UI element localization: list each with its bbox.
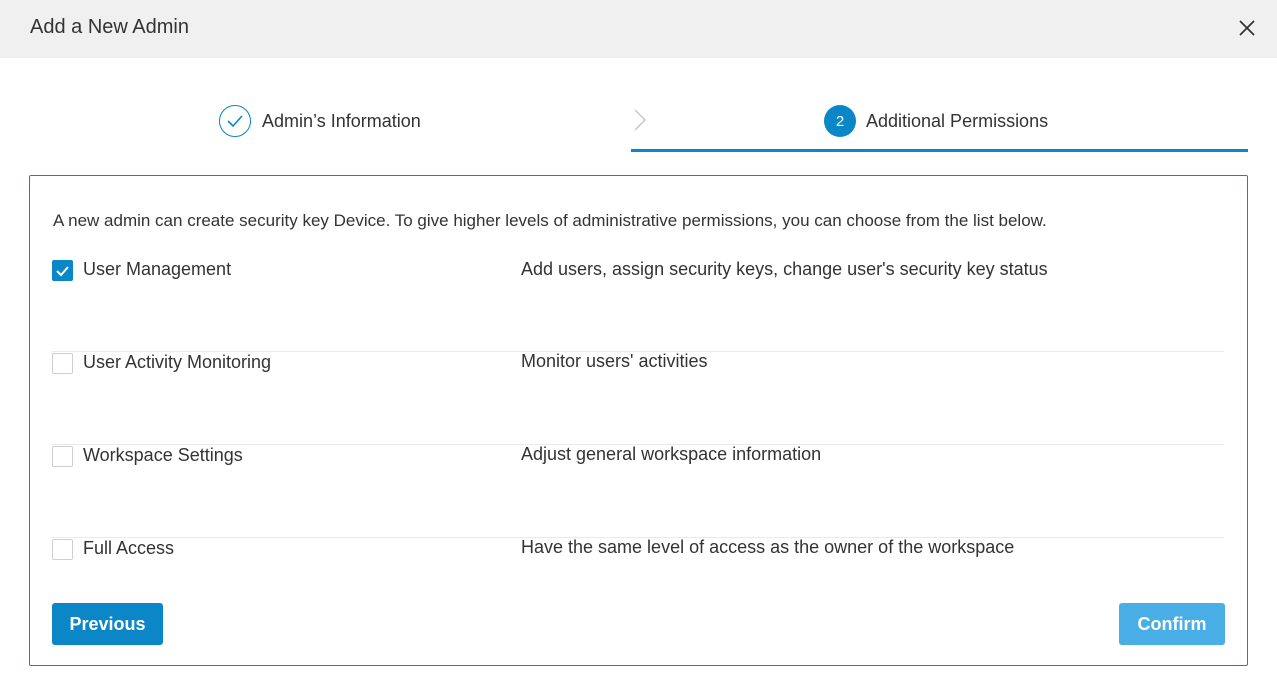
permission-row-user-management: User Management Add users, assign securi…	[52, 240, 1224, 352]
permission-row-full-access: Full Access Have the same level of acces…	[52, 519, 1224, 612]
permission-name: User Management	[83, 259, 232, 279]
dialog-title: Add a New Admin	[30, 16, 189, 38]
full-access-checkbox[interactable]	[52, 539, 73, 560]
permissions-panel: A new admin can create security key Devi…	[29, 175, 1248, 666]
permission-name: Full Access	[83, 538, 175, 558]
dialog-header: Add a New Admin	[0, 0, 1277, 58]
permission-row-workspace-settings: Workspace Settings Adjust general worksp…	[52, 426, 1224, 538]
user-activity-monitoring-checkbox[interactable]	[52, 353, 73, 374]
check-circle-icon	[219, 105, 251, 137]
confirm-button[interactable]: Confirm	[1119, 603, 1225, 645]
step-label: Additional Permissions	[866, 110, 1049, 131]
chevron-right-icon	[632, 107, 648, 133]
step-admin-information[interactable]: Admin’s Information	[219, 105, 421, 137]
permission-row-user-activity-monitoring: User Activity Monitoring Monitor users' …	[52, 333, 1224, 445]
step-additional-permissions[interactable]: 2 Additional Permissions	[824, 105, 1048, 137]
permission-description: Adjust general workspace information	[521, 444, 822, 464]
stepper: Admin’s Information 2 Additional Permiss…	[0, 58, 1277, 158]
close-icon[interactable]	[1236, 17, 1258, 39]
permission-description: Add users, assign security keys, change …	[521, 259, 1048, 279]
step-number-badge: 2	[824, 105, 856, 137]
step-label: Admin’s Information	[262, 110, 421, 131]
permission-description: Monitor users' activities	[521, 351, 708, 371]
user-management-checkbox[interactable]	[52, 260, 73, 281]
permissions-intro: A new admin can create security key Devi…	[53, 211, 1047, 230]
permission-description: Have the same level of access as the own…	[521, 537, 1015, 557]
permission-name: User Activity Monitoring	[83, 352, 272, 372]
workspace-settings-checkbox[interactable]	[52, 446, 73, 467]
previous-button[interactable]: Previous	[52, 603, 163, 645]
permission-name: Workspace Settings	[83, 445, 243, 465]
active-step-indicator	[631, 149, 1248, 152]
